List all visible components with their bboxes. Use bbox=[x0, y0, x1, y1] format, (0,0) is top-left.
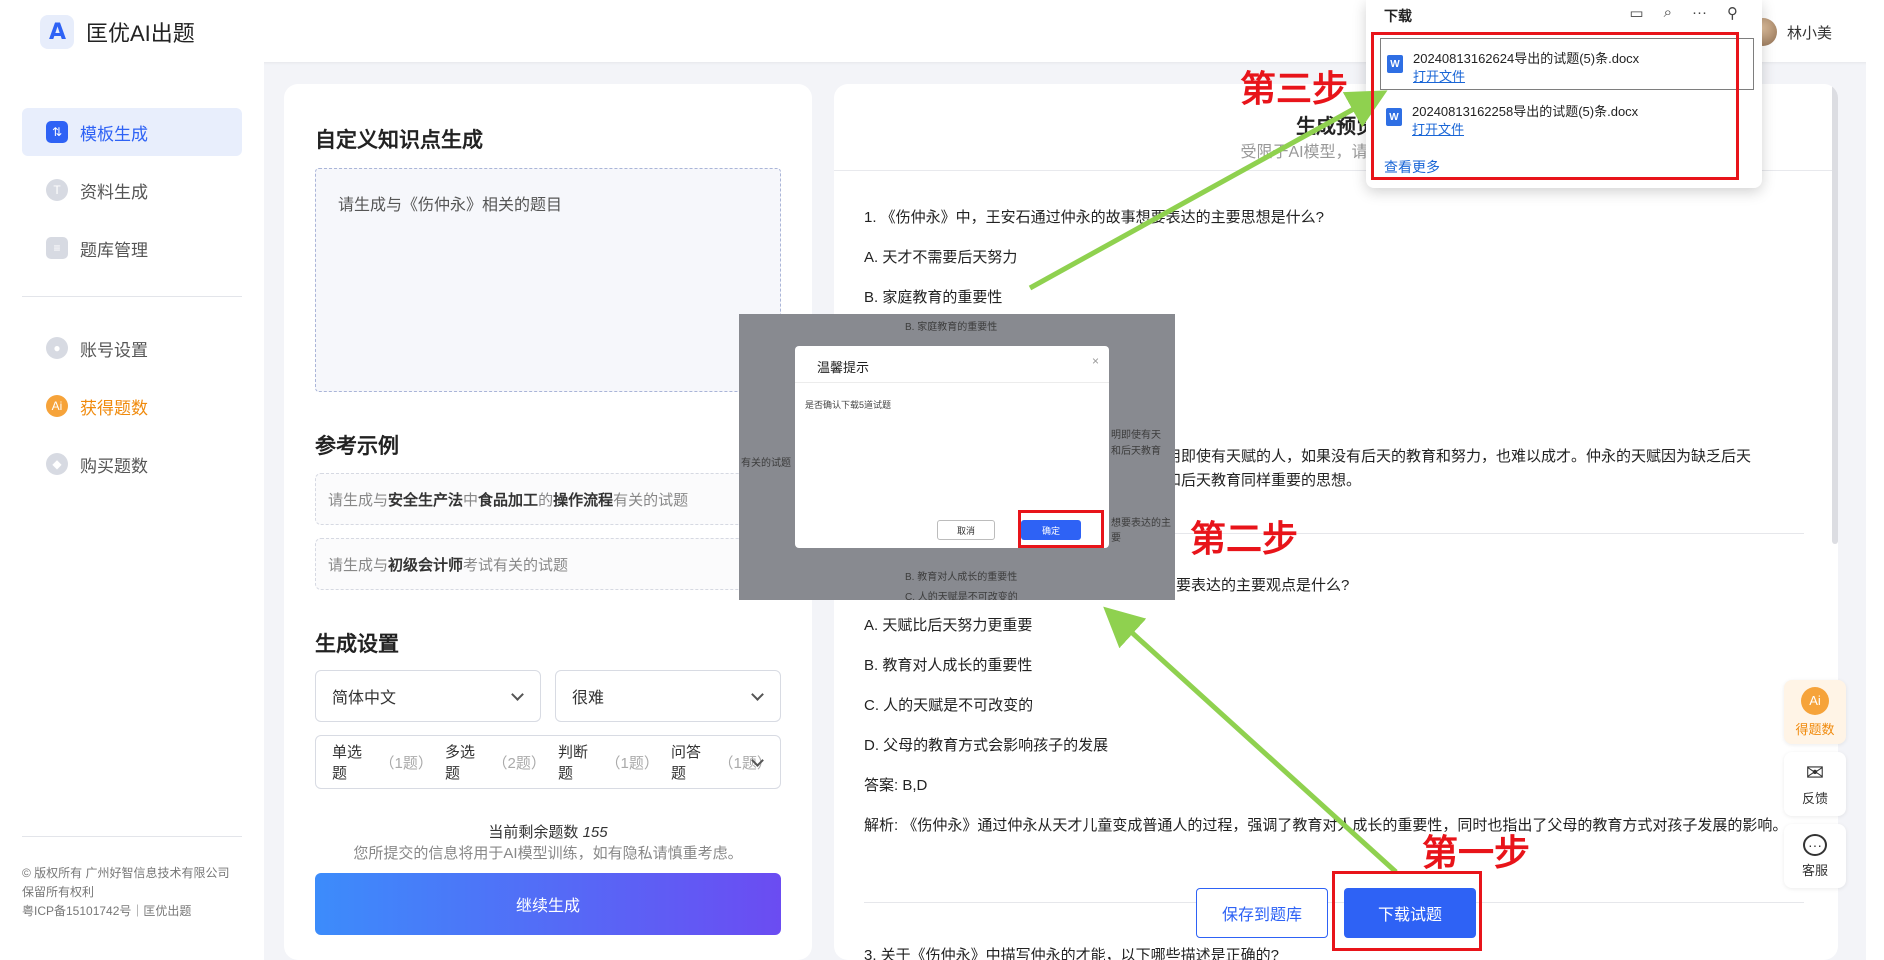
question-stem: 要表达的主要观点是什么? bbox=[1176, 577, 1350, 594]
sidebar-item-account[interactable]: ● 账号设置 bbox=[22, 324, 242, 372]
step1-label: 第一步 bbox=[1422, 833, 1531, 874]
scrollbar[interactable] bbox=[1832, 84, 1838, 544]
sidebar-divider bbox=[22, 836, 242, 837]
answer: 答案: B,D bbox=[864, 777, 928, 794]
window-edge bbox=[1866, 0, 1884, 960]
step2-highlight-box bbox=[1018, 510, 1104, 548]
save-to-bank-button[interactable]: 保存到题库 bbox=[1196, 888, 1328, 938]
pin-icon[interactable]: ⚲ bbox=[1727, 4, 1738, 22]
folder-icon[interactable]: ▭ bbox=[1629, 4, 1643, 22]
more-icon[interactable]: ··· bbox=[1692, 4, 1707, 22]
customer-service-button[interactable]: ··· 客服 bbox=[1784, 824, 1846, 888]
sidebar-item-buy-credits[interactable]: ◆ 购买题数 bbox=[22, 440, 242, 488]
dialog-message: 是否确认下载5道试题 bbox=[805, 400, 892, 410]
cancel-button[interactable]: 取消 bbox=[937, 520, 995, 540]
sidebar-item-template[interactable]: ⇅ 模板生成 bbox=[22, 108, 242, 156]
divider bbox=[795, 382, 1109, 383]
template-icon: ⇅ bbox=[46, 121, 68, 143]
step3-highlight-box bbox=[1371, 32, 1739, 180]
option-b: B. 家庭教育的重要性 bbox=[864, 289, 1003, 306]
explanation-line: 用即使有天赋的人，如果没有后天的教育和努力，也难以成才。仲永的天赋因为缺乏后天 bbox=[1166, 448, 1752, 465]
knowledge-input[interactable]: 请生成与《伤仲永》相关的题目 bbox=[315, 168, 781, 392]
explanation: 解析: 《伤仲永》通过仲永从天才儿童变成普通人的过程，强调了教育对人成长的重要性… bbox=[864, 817, 1788, 834]
search-icon[interactable]: ⌕ bbox=[1664, 4, 1672, 22]
custom-knowledge-heading: 自定义知识点生成 bbox=[315, 129, 483, 152]
close-icon[interactable]: × bbox=[1092, 354, 1099, 368]
sidebar-item-label: 获得题数 bbox=[80, 398, 148, 418]
option-a: A. 天赋比后天努力更重要 bbox=[864, 617, 1033, 634]
feedback-button[interactable]: ✉ 反馈 bbox=[1784, 752, 1846, 816]
difficulty-select[interactable]: 很难 bbox=[555, 670, 781, 722]
user-name: 林小美 bbox=[1786, 24, 1832, 42]
sidebar: ⇅ 模板生成 T 资料生成 ≡ 题库管理 ● 账号设置 Ai 获得题数 ◆ 购买… bbox=[0, 62, 264, 960]
privacy-note: 您所提交的信息将用于AI模型训练，如有隐私请慎重考虑。 bbox=[353, 845, 743, 862]
ai-coin-icon: Ai bbox=[1801, 686, 1829, 715]
downloads-toolbar: ▭ ⌕ ··· ⚲ bbox=[1629, 4, 1738, 22]
dialog-title: 温馨提示 bbox=[817, 360, 870, 375]
option-a: A. 天才不需要后天努力 bbox=[864, 249, 1018, 266]
step2-label: 第二步 bbox=[1190, 519, 1299, 560]
sidebar-item-label: 购买题数 bbox=[80, 456, 148, 476]
downloads-title: 下载 bbox=[1384, 8, 1412, 24]
examples-heading: 参考示例 bbox=[315, 435, 399, 458]
option-c: C. 人的天赋是不可改变的 bbox=[864, 697, 1034, 714]
diamond-icon: ◆ bbox=[46, 453, 68, 475]
chat-icon: ··· bbox=[1803, 833, 1827, 856]
database-icon: ≡ bbox=[46, 237, 68, 259]
sidebar-item-material[interactable]: T 资料生成 bbox=[22, 166, 242, 214]
sidebar-item-label: 账号设置 bbox=[80, 340, 148, 360]
get-credits-button[interactable]: Ai 得题数 bbox=[1784, 680, 1846, 744]
step1-highlight-box bbox=[1332, 871, 1482, 951]
mail-icon: ✉ bbox=[1805, 759, 1825, 785]
continue-generate-button[interactable]: 继续生成 bbox=[315, 873, 781, 935]
explanation-line: 和后天教育同样重要的思想。 bbox=[1166, 472, 1362, 489]
sidebar-divider bbox=[22, 296, 242, 297]
question-stem: 1. 《伤仲永》中，王安石通过仲永的故事想要表达的主要思想是什么? bbox=[864, 209, 1325, 226]
sidebar-item-question-bank[interactable]: ≡ 题库管理 bbox=[22, 224, 242, 272]
settings-heading: 生成设置 bbox=[315, 633, 399, 656]
sidebar-item-label: 模板生成 bbox=[80, 124, 148, 144]
question-stem: 3. 关于《伤仲永》中描写仲永的才能，以下哪些描述是正确的? bbox=[864, 947, 1280, 960]
document-icon: T bbox=[46, 179, 68, 201]
sidebar-item-label: 题库管理 bbox=[80, 240, 148, 260]
language-select[interactable]: 简体中文 bbox=[315, 670, 541, 722]
app-logo-icon[interactable] bbox=[40, 15, 74, 49]
sidebar-item-get-credits[interactable]: Ai 获得题数 bbox=[22, 382, 242, 430]
copyright-footer: © 版权所有 广州好智信息技术有限公司 保留所有权利 粤ICP备15101742… bbox=[22, 866, 230, 918]
app-title: 匡优AI出题 bbox=[86, 21, 195, 46]
user-icon: ● bbox=[46, 337, 68, 359]
option-d: D. 父母的教育方式会影响孩子的发展 bbox=[864, 737, 1109, 754]
chevron-down-icon bbox=[751, 688, 764, 701]
generation-form-card: 自定义知识点生成 请生成与《伤仲永》相关的题目 参考示例 请生成与 安全生产法中食… bbox=[284, 84, 812, 960]
sidebar-item-label: 资料生成 bbox=[80, 182, 148, 202]
option-b: B. 教育对人成长的重要性 bbox=[864, 657, 1033, 674]
example-item[interactable]: 请生成与初级会计师考试有关的试题 使 bbox=[315, 538, 781, 590]
example-item[interactable]: 请生成与安全生产法中食品加工的操作流程有关的试题 使 bbox=[315, 473, 781, 525]
remaining-count: 当前剩余题数 155 bbox=[488, 824, 608, 841]
dialog-screenshot-inset: B. 家庭教育的重要性 明即使有天 和后天教育 有关的试题 想要表达的主要 B.… bbox=[739, 314, 1175, 600]
question-type-select[interactable]: 单选题 （1题） 多选题 （2题） 判断题 （1题） 问答题 （1题） bbox=[315, 735, 781, 789]
step3-label: 第三步 bbox=[1240, 69, 1349, 110]
chevron-down-icon bbox=[511, 688, 524, 701]
ai-coin-icon: Ai bbox=[46, 395, 68, 417]
